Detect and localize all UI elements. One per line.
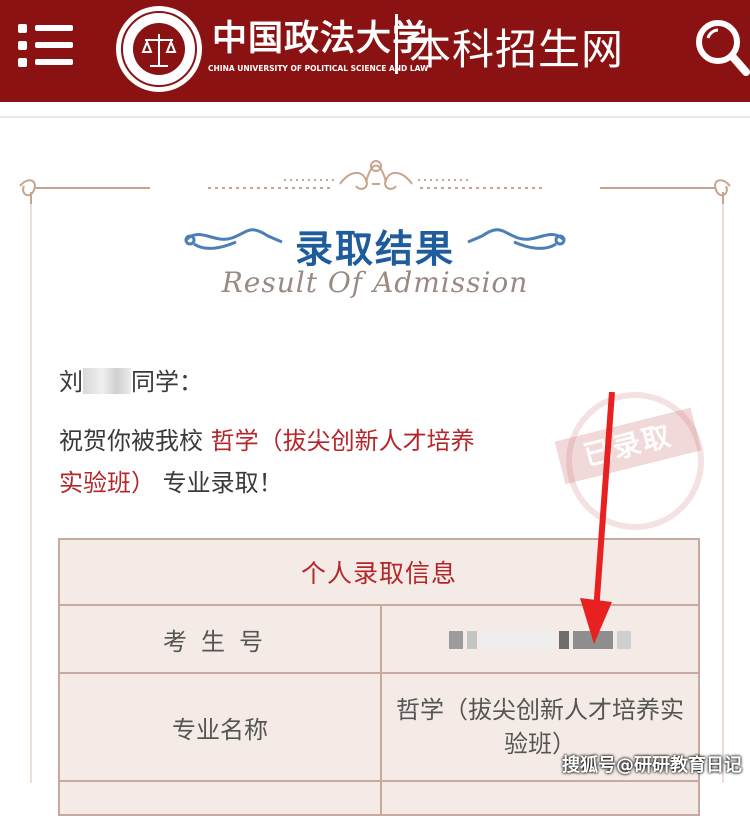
header-rule <box>0 116 750 118</box>
header-divider <box>395 14 398 74</box>
greeting-suffix: 同学： <box>131 368 203 396</box>
major-name-label: 专业名称 <box>58 672 382 782</box>
congrats-suffix: 专业录取！ <box>162 469 283 497</box>
result-title-en: Result Of Admission <box>221 266 529 299</box>
redacted-name <box>83 368 131 394</box>
source-watermark: 搜狐号@研研教育日记 <box>562 755 742 776</box>
congrats-prefix: 祝贺你被我校 <box>59 427 203 455</box>
table-row <box>58 780 700 816</box>
university-name-en: CHINA UNIVERSITY OF POLITICAL SCIENCE AN… <box>208 64 429 73</box>
annotation-arrow-icon <box>580 392 615 644</box>
candidate-number-value <box>380 604 700 674</box>
student-greeting: 刘 同学： <box>59 362 203 397</box>
university-name-cn: 中国政法大学 <box>212 18 429 59</box>
university-logo[interactable] <box>116 6 202 92</box>
top-header: 中国政法大学 CHINA UNIVERSITY OF POLITICAL SCI… <box>0 0 750 102</box>
congratulation-text: 祝贺你被我校 哲学（拔尖创新人才培养实验班） 专业录取！ <box>59 420 489 504</box>
search-icon[interactable] <box>692 16 750 78</box>
result-title-cn: 录取结果 <box>294 227 455 271</box>
candidate-number-label: 考生号 <box>58 604 382 674</box>
menu-icon[interactable] <box>18 22 74 68</box>
site-title[interactable]: 本科招生网 <box>409 16 624 77</box>
student-surname: 刘 <box>59 368 83 396</box>
